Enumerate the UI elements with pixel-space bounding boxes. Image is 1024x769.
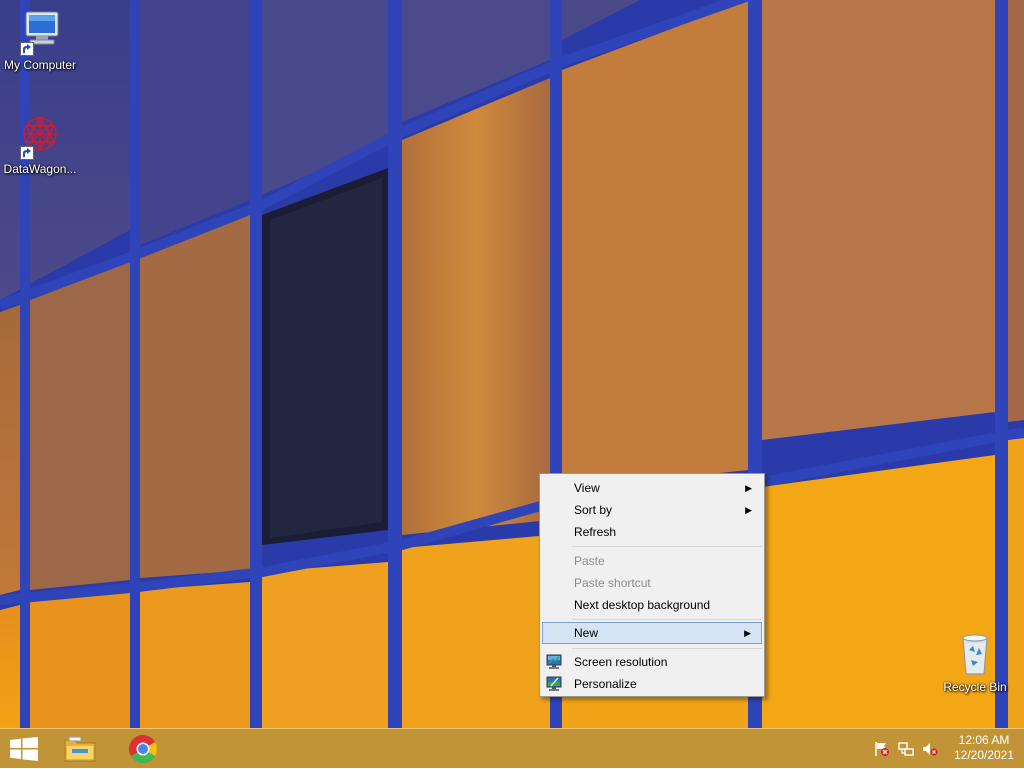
menu-item-sort-by[interactable]: Sort by ▶ — [542, 499, 762, 521]
menu-item-personalize[interactable]: Personalize — [542, 673, 762, 695]
menu-item-label: Paste shortcut — [574, 576, 651, 590]
file-explorer-button[interactable] — [58, 729, 104, 769]
menu-separator — [572, 546, 762, 547]
menu-item-screen-resolution[interactable]: Screen resolution — [542, 651, 762, 673]
clock-time: 12:06 AM — [958, 733, 1010, 747]
taskbar: 12:06 AM 12/20/2021 — [0, 728, 1024, 768]
shortcut-arrow-icon — [20, 146, 34, 160]
menu-item-label: Screen resolution — [574, 655, 668, 669]
submenu-arrow-icon: ▶ — [745, 483, 752, 493]
menu-item-label: New — [574, 626, 599, 640]
file-explorer-icon — [64, 735, 96, 766]
menu-item-paste-shortcut[interactable]: Paste shortcut — [542, 572, 762, 594]
my-computer-icon — [16, 8, 64, 56]
menu-item-new[interactable]: New ▶ — [542, 622, 762, 644]
desktop-icon-datawagon[interactable]: DataWagon... — [0, 112, 80, 176]
windows-logo-icon — [10, 737, 38, 764]
display-icon — [546, 654, 562, 670]
menu-item-view[interactable]: View ▶ — [542, 477, 762, 499]
menu-item-paste[interactable]: Paste — [542, 550, 762, 572]
submenu-arrow-icon: ▶ — [745, 505, 752, 515]
taskbar-clock[interactable]: 12:06 AM 12/20/2021 — [946, 733, 1022, 763]
network-icon[interactable] — [898, 741, 914, 757]
desktop-wallpaper[interactable] — [0, 0, 1024, 768]
menu-separator — [572, 648, 762, 649]
menu-item-label: Next desktop background — [574, 598, 711, 612]
recycle-bin-icon — [951, 630, 999, 678]
volume-muted-icon[interactable] — [922, 741, 938, 757]
chrome-button[interactable] — [120, 729, 166, 769]
desktop-icon-my-computer[interactable]: My Computer — [0, 8, 80, 72]
desktop-icon-label: Recycle Bin — [943, 680, 1007, 694]
desktop-icon-label: My Computer — [3, 58, 77, 72]
datawagon-icon — [16, 112, 64, 160]
shortcut-arrow-icon — [20, 42, 34, 56]
action-center-flag-icon[interactable] — [874, 741, 890, 757]
menu-item-next-desktop-background[interactable]: Next desktop background — [542, 594, 762, 616]
menu-item-refresh[interactable]: Refresh — [542, 521, 762, 543]
clock-date: 12/20/2021 — [953, 748, 1015, 762]
menu-item-label: Refresh — [574, 525, 617, 539]
desktop-icon-recycle-bin[interactable]: Recycle Bin — [935, 630, 1015, 694]
menu-item-label: View — [574, 481, 600, 495]
desktop-context-menu: View ▶ Sort by ▶ Refresh Paste Paste sho… — [539, 473, 765, 697]
desktop-icon-label: DataWagon... — [3, 162, 77, 176]
menu-separator — [572, 619, 762, 620]
menu-item-label: Paste — [574, 554, 605, 568]
menu-item-label: Personalize — [574, 677, 637, 691]
menu-item-label: Sort by — [574, 503, 613, 517]
personalize-icon — [546, 676, 562, 692]
submenu-arrow-icon: ▶ — [744, 628, 751, 638]
start-button[interactable] — [0, 729, 48, 769]
chrome-icon — [128, 734, 158, 767]
